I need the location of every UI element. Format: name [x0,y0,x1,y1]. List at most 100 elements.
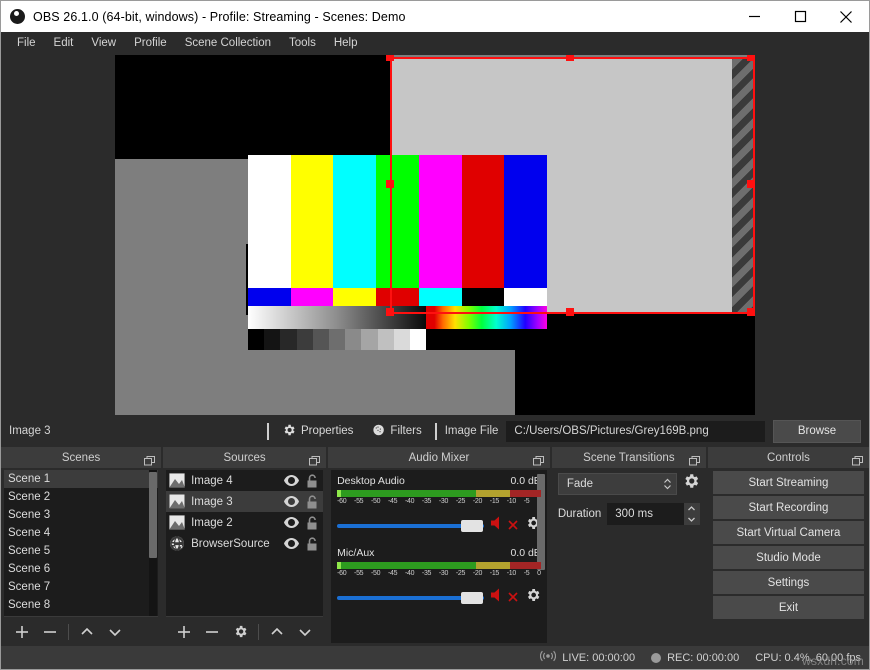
mixer-scrollbar[interactable] [536,474,545,570]
broadcast-icon [540,650,557,665]
add-source-button[interactable] [171,620,197,644]
scene-list-item[interactable]: Scene 4 [4,524,158,542]
properties-button[interactable]: Properties [277,420,358,443]
lock-open-icon[interactable] [305,515,318,530]
source-list-item[interactable]: BrowserSource [166,533,323,554]
channel-settings-button[interactable] [525,587,541,608]
start-virtual-camera-button[interactable]: Start Virtual Camera [712,521,864,544]
scenes-title: Scenes [61,451,101,464]
transitions-header: Scene Transitions [551,447,706,468]
remove-scene-button[interactable] [37,620,63,644]
settings-button[interactable]: Settings [712,571,864,594]
duration-label: Duration [557,508,602,520]
scene-list-item[interactable]: Scene 1 [4,470,159,488]
maximize-icon[interactable] [777,1,823,32]
scene-transitions-dock: Scene Transitions Fade Duration 300 ms [551,447,706,646]
volume-slider[interactable] [337,591,484,604]
step-wedge-filler [426,329,547,350]
source-label: BrowserSource [191,537,270,550]
start-streaming-button[interactable]: Start Streaming [712,471,864,494]
visibility-eye-icon[interactable] [284,496,300,507]
source-list-item[interactable]: Image 4 [166,470,323,491]
transition-settings-button[interactable] [682,472,700,495]
scene-list-item[interactable]: Scene 5 [4,542,158,560]
volume-slider[interactable] [337,519,484,532]
undock-icon[interactable] [144,453,156,465]
scenes-scrollbar[interactable] [149,472,158,558]
source-list-item[interactable]: Image 3 [166,491,324,512]
live-timer: LIVE: 00:00:00 [562,651,636,664]
preview-canvas[interactable] [115,55,755,415]
mixer-body: Desktop Audio 0.0 dB -60 -55 -50 -45 -40 [331,470,547,643]
scene-list-item[interactable]: Scene 3 [4,506,158,524]
studio-mode-button[interactable]: Studio Mode [712,546,864,569]
sources-header: Sources [163,447,327,468]
menu-item-tools[interactable]: Tools [280,34,325,52]
move-scene-up-button[interactable] [74,620,100,644]
menu-item-help[interactable]: Help [325,34,367,52]
mute-button[interactable] [490,516,518,535]
source-list-item[interactable]: Image 2 [166,512,323,533]
undock-icon[interactable] [309,453,321,465]
lock-open-icon[interactable] [305,536,318,551]
scene-list-item[interactable]: Scene 2 [4,488,158,506]
mixer-title: Audio Mixer [408,451,470,464]
slider-knob[interactable] [460,591,483,604]
menu-item-file[interactable]: File [8,34,45,52]
visibility-eye-icon[interactable] [284,538,300,549]
lock-open-icon[interactable] [305,494,318,509]
menu-item-profile[interactable]: Profile [125,34,176,52]
speaker-muted-icon [490,588,507,607]
visibility-eye-icon[interactable] [284,517,300,528]
controls-header: Controls [707,447,869,468]
scene-list-item[interactable]: Scene 8 [4,596,158,614]
sources-list[interactable]: Image 4 Image 3 Image 2 BrowserSource [166,470,324,616]
transition-selected-value: Fade [566,477,594,490]
move-source-up-button[interactable] [264,620,290,644]
channel-name: Desktop Audio [337,475,405,487]
duration-decrement-button[interactable] [684,514,700,525]
image-file-input[interactable]: C:/Users/OBS/Pictures/Grey169B.png [506,420,765,442]
visibility-eye-icon[interactable] [284,475,300,486]
properties-label: Properties [301,425,354,437]
channel-header: Mic/Aux 0.0 dB [337,547,541,559]
toolbar-divider-2 [434,422,437,440]
meter-tick: -55 [354,570,364,577]
sources-footer-divider [258,623,260,640]
scene-list-item[interactable]: Scene 6 [4,560,158,578]
undock-icon[interactable] [532,453,544,465]
start-recording-button[interactable]: Start Recording [712,496,864,519]
browse-button[interactable]: Browse [773,419,861,443]
filters-label: Filters [390,425,422,437]
minimize-icon[interactable] [731,1,777,32]
slider-knob[interactable] [460,519,483,532]
exit-button[interactable]: Exit [712,596,864,619]
menu-item-scene-collection[interactable]: Scene Collection [176,34,280,52]
lock-open-icon[interactable] [305,473,318,488]
menu-item-edit[interactable]: Edit [45,34,83,52]
controls-title: Controls [767,451,810,464]
source-properties-button[interactable] [227,620,253,644]
mute-button[interactable] [490,588,518,607]
duration-input[interactable]: 300 ms [607,503,700,525]
scenes-list[interactable]: Scene 1 Scene 2 Scene 3 Scene 4 Scene 5 … [4,470,159,616]
menu-item-view[interactable]: View [82,34,125,52]
undock-icon[interactable] [688,453,700,465]
add-scene-button[interactable] [9,620,35,644]
transition-select[interactable]: Fade [557,472,677,495]
meter-yellow-zone [475,490,511,497]
duration-increment-button[interactable] [684,503,700,514]
filters-button[interactable]: Filters [366,420,426,443]
move-source-down-button[interactable] [292,620,318,644]
toolbar-divider-1 [267,422,269,440]
remove-source-button[interactable] [199,620,225,644]
undock-icon[interactable] [852,453,863,465]
scene-list-item[interactable]: Scene 7 [4,578,158,596]
meter-scale: -60 -55 -50 -45 -40 -35 -30 -25 -20 -15 … [337,498,541,509]
source-image-colorbars[interactable] [248,155,548,350]
meter-tick: 0 [537,570,541,577]
duration-stepper[interactable] [683,503,700,525]
record-dot-icon [651,652,662,663]
close-icon[interactable] [823,1,869,32]
move-scene-down-button[interactable] [102,620,128,644]
